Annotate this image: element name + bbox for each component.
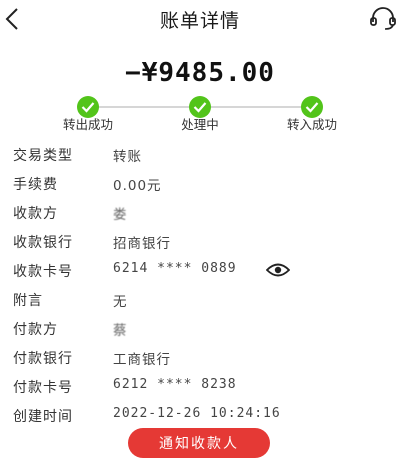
detail-label: 付款卡号 xyxy=(13,380,73,396)
progress-steps: 转出成功 处理中 转入成功 xyxy=(0,96,400,132)
detail-value: 无 xyxy=(113,294,128,310)
eye-icon[interactable] xyxy=(265,262,291,278)
page-title: 账单详情 xyxy=(159,10,240,32)
detail-row-payee-bank: 收款银行 招商银行 xyxy=(0,227,400,256)
detail-row-payee: 收款方 娄 xyxy=(0,198,400,227)
detail-label: 手续费 xyxy=(13,177,58,193)
detail-row-type: 交易类型 转账 xyxy=(0,140,400,169)
payee-name-masked: 娄 xyxy=(113,207,128,223)
payee-card-number: 6214 **** 0889 xyxy=(113,261,237,276)
payer-card-number: 6212 **** 8238 xyxy=(113,377,237,392)
detail-value: 转账 xyxy=(113,149,142,165)
detail-row-payer: 付款方 蔡 xyxy=(0,314,400,343)
detail-label: 收款银行 xyxy=(13,235,73,251)
detail-row-payer-card: 付款卡号 6212 **** 8238 xyxy=(0,372,400,401)
detail-row-fee: 手续费 0.00元 xyxy=(0,169,400,198)
header-bar: 账单详情 xyxy=(0,0,400,40)
detail-row-memo: 附言 无 xyxy=(0,285,400,314)
detail-value: 招商银行 xyxy=(113,236,171,252)
detail-value: 0.00元 xyxy=(113,178,162,194)
customer-service-icon[interactable] xyxy=(368,6,398,32)
created-time-value: 2022-12-26 10:24:16 xyxy=(113,406,281,421)
transaction-amount: −¥9485.00 xyxy=(125,58,275,88)
notify-payee-button[interactable]: 通知收款人 xyxy=(128,428,270,458)
detail-label: 付款银行 xyxy=(13,351,73,367)
detail-label: 付款方 xyxy=(13,322,58,338)
payer-name-masked: 蔡 xyxy=(113,323,128,339)
detail-list: 交易类型 转账 手续费 0.00元 收款方 娄 收款银行 招商银行 收款卡号 6… xyxy=(0,140,400,430)
detail-label: 附言 xyxy=(13,293,43,309)
detail-row-payee-card: 收款卡号 6214 **** 0889 xyxy=(0,256,400,285)
step-label-transfer-in: 转入成功 xyxy=(286,117,337,132)
detail-row-payer-bank: 付款银行 工商银行 xyxy=(0,343,400,372)
detail-value: 工商银行 xyxy=(113,352,171,368)
detail-row-created-time: 创建时间 2022-12-26 10:24:16 xyxy=(0,401,400,430)
detail-label: 创建时间 xyxy=(13,409,73,425)
detail-label: 收款方 xyxy=(13,206,58,222)
detail-label: 收款卡号 xyxy=(13,264,73,280)
step-label-processing: 处理中 xyxy=(181,117,219,132)
step-label-transfer-out: 转出成功 xyxy=(62,117,113,132)
detail-label: 交易类型 xyxy=(13,148,73,164)
